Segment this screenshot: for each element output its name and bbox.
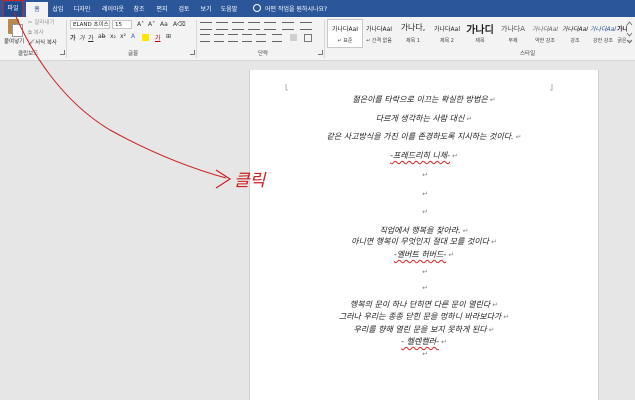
borders-icon[interactable]: [304, 34, 312, 42]
style-no-spacing[interactable]: 가나다AaI ↵ 간격 없음: [362, 20, 396, 46]
style-emphasis[interactable]: 가나다AaI 강조: [558, 20, 592, 46]
style-gallery-scroll[interactable]: [626, 21, 633, 45]
style-heading-1[interactable]: 가나다, 제목 1: [396, 20, 430, 46]
tab-view[interactable]: 보기: [198, 4, 214, 16]
show-marks-icon[interactable]: [300, 22, 312, 30]
tab-references[interactable]: 참조: [131, 4, 147, 16]
paragraph-launcher-icon[interactable]: [318, 50, 323, 55]
shrink-font-icon[interactable]: A˅: [148, 21, 155, 28]
decrease-indent-icon[interactable]: [248, 22, 260, 30]
multilevel-list-icon[interactable]: [232, 22, 244, 30]
tab-mailings[interactable]: 편지: [154, 4, 170, 16]
font-size-box[interactable]: 15: [112, 20, 132, 29]
style-intense-emphasis[interactable]: 가나다AaI 강한 강조: [588, 20, 618, 46]
doc-line: 다르게 생각하는 사람 대신 ↵: [375, 114, 473, 123]
doc-line-author: -프레드리히 니체- ↵: [390, 151, 458, 160]
doc-line: 직업에서 행복을 찾아라. ↵: [379, 226, 469, 235]
format-painter-button[interactable]: 🖌서식 복사: [28, 38, 57, 46]
increase-indent-icon[interactable]: [264, 22, 276, 30]
tab-help[interactable]: 도움말: [218, 4, 240, 16]
tab-layout[interactable]: 레이아웃: [99, 4, 127, 16]
copy-button[interactable]: ⧉ 복사: [28, 28, 44, 37]
justify-icon[interactable]: [242, 34, 252, 42]
document-page[interactable]: 젊은이를 타락으로 이끄는 확실한 방법은 ↵ 다르게 생각하는 사람 대신 ↵ 같…: [249, 70, 599, 400]
change-case-icon[interactable]: Aa: [160, 21, 168, 28]
doc-line: 행복의 문이 하나 단히면 다른 문이 열린다 ↵: [349, 300, 499, 309]
tab-design[interactable]: 디자인: [71, 4, 93, 16]
doc-line-empty: ↵: [422, 171, 428, 179]
clipboard-launcher-icon[interactable]: [60, 50, 65, 55]
grow-font-icon[interactable]: A˄: [137, 21, 144, 28]
style-subtitle[interactable]: 가나다A 부제: [496, 20, 530, 46]
doc-line: 우리를 향해 열린 문을 보지 못하게 된다 ↵: [353, 325, 495, 334]
line-spacing-icon[interactable]: [272, 34, 282, 42]
doc-line-author: -엘버트 허버드- ↵: [393, 250, 455, 259]
paragraph-group-label: 단락: [258, 51, 269, 57]
style-normal[interactable]: 가나다AaI ↵ 표준: [327, 19, 363, 48]
text-effects-icon[interactable]: A: [131, 33, 135, 40]
italic-button[interactable]: 가: [79, 33, 85, 42]
tab-home[interactable]: 홈: [26, 2, 48, 17]
font-color-icon[interactable]: 가: [155, 33, 161, 42]
clipboard-group-label: 클립보드: [18, 51, 39, 57]
doc-line-empty: ↵: [422, 268, 428, 276]
font-group-label: 글꼴: [128, 51, 139, 57]
paste-button[interactable]: 붙여넣기: [3, 19, 25, 47]
align-center-icon[interactable]: [214, 34, 224, 42]
tab-insert[interactable]: 삽입: [50, 4, 66, 16]
char-shading-icon[interactable]: ⊞: [166, 33, 171, 40]
doc-line-author: - 헬렌켈러- ↵: [401, 337, 447, 346]
bullets-icon[interactable]: [200, 22, 212, 30]
highlight-icon[interactable]: [142, 34, 149, 41]
doc-line: 그러나 우리는 종종 닫힌 문을 멍하니 바라보다가 ↵: [338, 312, 510, 321]
align-left-icon[interactable]: [200, 34, 210, 42]
bold-button[interactable]: 가: [70, 33, 76, 42]
tab-review[interactable]: 검토: [176, 4, 192, 16]
doc-line: 젊은이를 타락으로 이끄는 확실한 방법은 ↵: [352, 95, 496, 104]
subscript-icon[interactable]: x₂: [110, 33, 116, 40]
margin-corner-mark: [285, 84, 288, 91]
sort-icon[interactable]: [282, 22, 294, 30]
tell-me-search[interactable]: 어떤 작업을 원하시나요?: [253, 4, 327, 13]
annotation-label: 클릭: [234, 171, 266, 191]
cut-button[interactable]: ✂ 잘라내기: [28, 18, 55, 26]
doc-line: 같은 사고방식을 가진 이를 존경하도록 지시하는 것이다. ↵: [326, 132, 522, 141]
lightbulb-icon: [253, 4, 261, 12]
font-launcher-icon[interactable]: [190, 50, 195, 55]
align-right-icon[interactable]: [228, 34, 238, 42]
doc-line-empty: ↵: [422, 284, 428, 292]
style-subtle-emphasis[interactable]: 가나다AaI 약한 강조: [528, 20, 562, 46]
doc-line: 아니면 행복이 무엇인지 절대 모를 것이다 ↵: [351, 237, 497, 246]
style-heading-2[interactable]: 가나다Aal 제목 2: [430, 20, 464, 46]
style-title[interactable]: 가나디 제목: [463, 20, 497, 46]
underline-button[interactable]: 가: [88, 33, 94, 42]
tell-me-text: 어떤 작업을 원하시나요?: [265, 6, 328, 13]
paste-label: 붙여넣기: [4, 39, 25, 45]
clear-format-icon[interactable]: A⌫: [173, 21, 186, 28]
ribbon: 붙여넣기 ✂ 잘라내기 ⧉ 복사 🖌서식 복사 클립보드 ELAND 초이스 1…: [0, 17, 635, 61]
doc-line-empty: ↵: [422, 208, 428, 216]
styles-group-label: 스타일: [520, 51, 536, 57]
superscript-icon[interactable]: x²: [120, 33, 126, 40]
shading-icon[interactable]: [290, 34, 297, 41]
tab-file[interactable]: 파일: [2, 0, 24, 18]
margin-corner-mark: [550, 84, 553, 91]
strikethrough-icon[interactable]: ab̶: [98, 33, 106, 40]
distributed-icon[interactable]: [256, 34, 266, 42]
doc-line-empty: ↵: [422, 350, 428, 358]
doc-line-empty: ↵: [422, 190, 428, 198]
font-name-box[interactable]: ELAND 초이스: [70, 20, 110, 29]
numbering-icon[interactable]: [216, 22, 228, 30]
ribbon-tab-bar: 파일 홈 삽입 디자인 레이아웃 참조 편지 검토 보기 도움말 어떤 작업을 …: [0, 0, 635, 18]
